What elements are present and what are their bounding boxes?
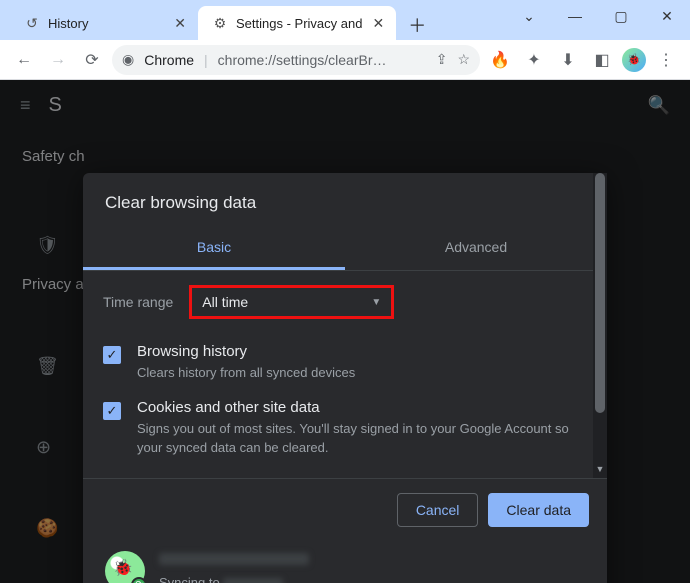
dialog-title: Clear browsing data — [83, 173, 607, 227]
time-range-row: Time range All time ▼ — [83, 271, 607, 333]
tab-settings[interactable]: ⚙ Settings - Privacy and ✕ — [198, 6, 396, 40]
clear-browsing-data-dialog: ▼ Clear browsing data Basic Advanced Tim… — [83, 173, 607, 583]
forward-button[interactable]: → — [44, 46, 72, 74]
dialog-scrollbar[interactable]: ▼ — [593, 173, 607, 478]
dialog-tabs: Basic Advanced — [83, 227, 607, 271]
time-range-label: Time range — [103, 294, 173, 310]
history-icon: ↺ — [24, 15, 40, 31]
tab-basic[interactable]: Basic — [83, 227, 345, 270]
chevron-down-icon: ▼ — [371, 297, 381, 308]
extension-fire-icon[interactable]: 🔥 — [486, 46, 514, 74]
dialog-footer: Cancel Clear data — [83, 478, 607, 541]
sync-target-redacted — [223, 578, 283, 583]
option-browsing-history: ✓ Browsing history Clears history from a… — [83, 333, 607, 389]
extensions-icon[interactable]: ✦ — [520, 46, 548, 74]
new-tab-button[interactable]: ＋ — [402, 10, 432, 40]
sidepanel-icon[interactable]: ◧ — [588, 46, 616, 74]
checkbox-browsing-history[interactable]: ✓ — [103, 346, 121, 364]
profile-name-redacted — [159, 553, 309, 565]
settings-page: ≡ S 🔍 Safety ch Privacy a 🛡 🗑 ⊕ 🍪 ▼ Clea… — [0, 80, 690, 583]
option-desc: Signs you out of most sites. You'll stay… — [137, 420, 587, 458]
sync-badge-icon: ⟳ — [131, 577, 147, 583]
window-minimize[interactable]: — — [552, 0, 598, 32]
window-maximize[interactable]: ▢ — [598, 0, 644, 32]
profile-row: ⟳ Syncing to — [83, 541, 607, 583]
tab-advanced[interactable]: Advanced — [345, 227, 607, 270]
window-dropdown[interactable]: ⌄ — [506, 0, 552, 32]
download-icon[interactable]: ⬇ — [554, 46, 582, 74]
back-button[interactable]: ← — [10, 46, 38, 74]
star-icon[interactable]: ☆ — [457, 51, 470, 68]
clear-data-button[interactable]: Clear data — [488, 493, 589, 527]
omnibox[interactable]: ◉ Chrome | chrome://settings/clearBr… ⇪ … — [112, 45, 480, 75]
time-range-value: All time — [202, 294, 248, 310]
window-close[interactable]: ✕ — [644, 0, 690, 32]
gear-icon: ⚙ — [212, 15, 228, 31]
option-title: Browsing history — [137, 343, 355, 360]
sync-status: Syncing to — [159, 575, 220, 583]
reload-button[interactable]: ⟳ — [78, 46, 106, 74]
profile-avatar-large: ⟳ — [105, 551, 145, 583]
separator: | — [204, 52, 208, 68]
profile-avatar[interactable]: 🐞 — [622, 48, 646, 72]
option-desc: Clears history from all synced devices — [137, 364, 355, 383]
close-icon[interactable]: ✕ — [370, 13, 386, 34]
omnibox-prefix: Chrome — [144, 52, 194, 68]
option-cookies: ✓ Cookies and other site data Signs you … — [83, 389, 607, 478]
share-icon[interactable]: ⇪ — [436, 51, 448, 68]
omnibox-url: chrome://settings/clearBr… — [218, 52, 426, 68]
tab-history[interactable]: ↺ History ✕ — [10, 6, 198, 40]
kebab-menu-icon[interactable]: ⋮ — [652, 46, 680, 74]
time-range-select[interactable]: All time ▼ — [189, 285, 394, 319]
tab-title: Settings - Privacy and — [236, 16, 362, 31]
chrome-icon: ◉ — [122, 51, 134, 68]
cancel-button[interactable]: Cancel — [397, 493, 479, 527]
scroll-down-icon[interactable]: ▼ — [593, 464, 607, 478]
window-controls: ⌄ — ▢ ✕ — [506, 0, 690, 32]
tab-title: History — [48, 16, 164, 31]
browser-toolbar: ← → ⟳ ◉ Chrome | chrome://settings/clear… — [0, 40, 690, 80]
close-icon[interactable]: ✕ — [172, 13, 188, 34]
scrollbar-thumb[interactable] — [595, 173, 605, 413]
option-title: Cookies and other site data — [137, 399, 587, 416]
checkbox-cookies[interactable]: ✓ — [103, 402, 121, 420]
